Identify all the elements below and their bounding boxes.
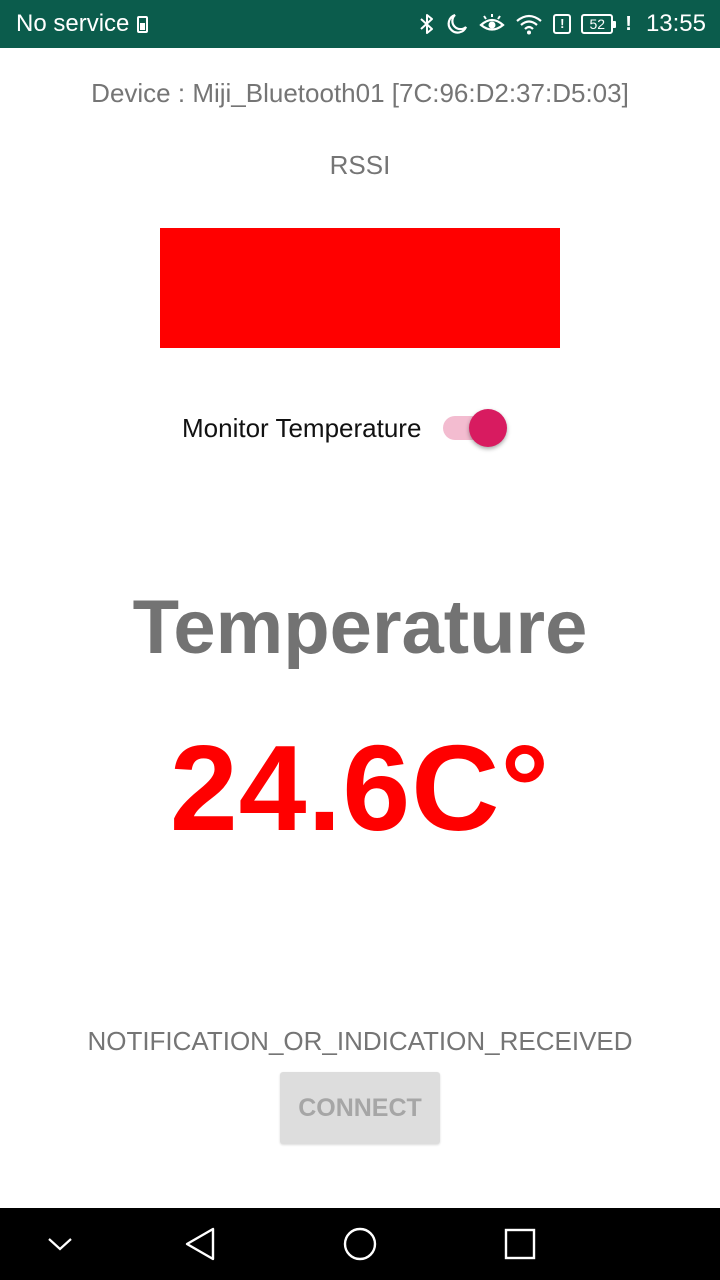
back-icon[interactable] <box>164 1208 236 1280</box>
temperature-value: 24.6C° <box>169 720 551 856</box>
rssi-indicator <box>160 228 560 348</box>
battery-icon: 52 <box>581 14 617 34</box>
connect-button[interactable]: CONNECT <box>280 1072 440 1144</box>
moon-icon <box>445 12 469 36</box>
alert-icon: ! <box>553 14 572 34</box>
home-icon[interactable] <box>324 1208 396 1280</box>
recents-icon[interactable] <box>484 1208 556 1280</box>
status-bar-right: ! 52 ! 13:55 <box>419 10 706 38</box>
wifi-icon <box>515 12 543 36</box>
chevron-down-icon[interactable] <box>24 1208 96 1280</box>
battery-level: 52 <box>589 16 606 32</box>
sim-icon <box>137 15 149 33</box>
clock: 13:55 <box>645 10 706 37</box>
app-screen: No service ! 52 ! 13:55 Device: Miji_Bl… <box>0 0 720 1280</box>
monitor-temperature-switch[interactable] <box>443 404 509 452</box>
rssi-label: RSSI <box>329 150 391 180</box>
carrier-text: No service <box>16 10 130 37</box>
eye-icon <box>479 12 505 36</box>
charging-alert-icon: ! <box>625 12 632 35</box>
status-bar-left: No service <box>16 10 149 38</box>
bluetooth-icon <box>419 12 435 36</box>
status-bar: No service ! 52 ! 13:55 <box>0 0 720 48</box>
notification-status: NOTIFICATION_OR_INDICATION_RECEIVED <box>87 1026 633 1056</box>
device-info: Device : Miji_Bluetooth01 [7C:96:D2:37:D… <box>91 78 629 108</box>
temperature-title: Temperature <box>132 585 588 670</box>
navigation-bar <box>0 1208 720 1280</box>
monitor-temperature-label: Monitor Temperature <box>182 412 422 443</box>
monitor-temperature-row: Monitor Temperature <box>182 404 509 452</box>
switch-thumb <box>469 409 508 447</box>
